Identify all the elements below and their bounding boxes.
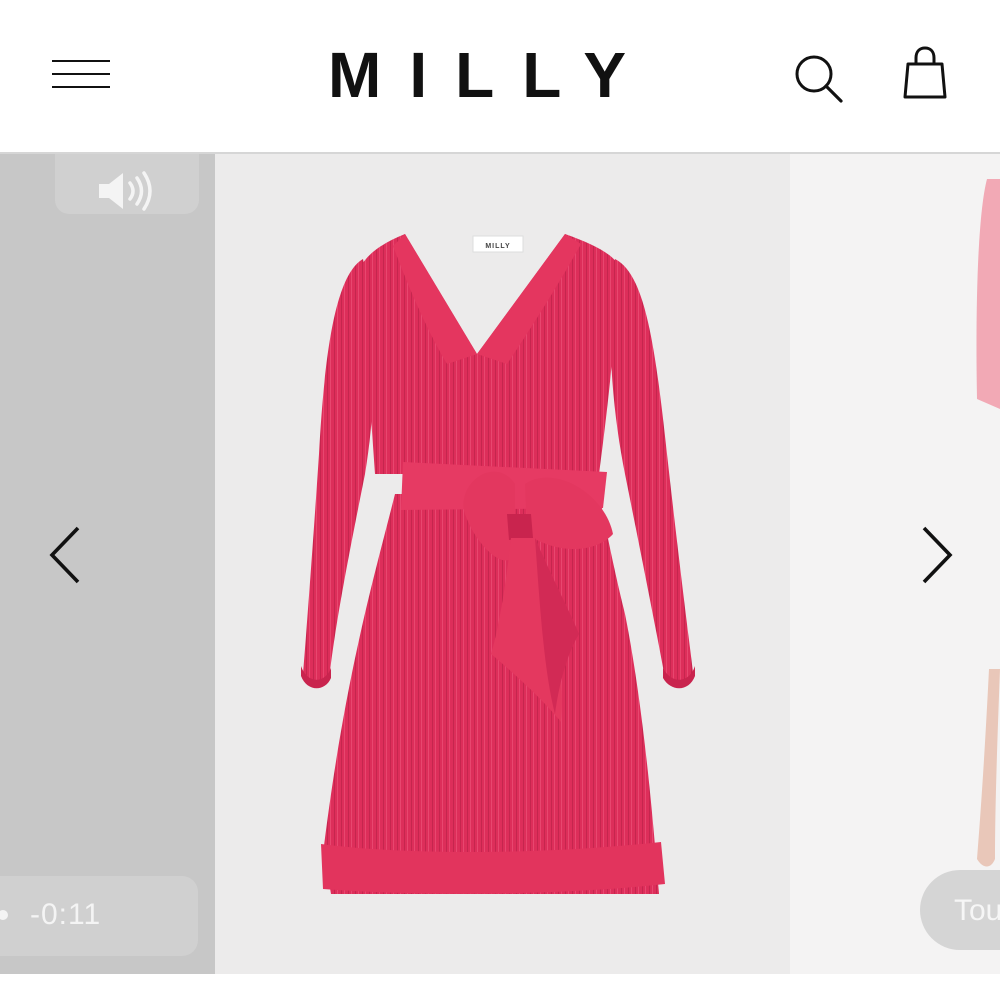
cart-button[interactable] bbox=[900, 44, 952, 104]
hamburger-menu-line bbox=[52, 86, 110, 88]
hamburger-menu-icon bbox=[52, 60, 110, 62]
brand-logo[interactable]: MILLY bbox=[320, 40, 690, 110]
pink-pleated-wrap-dress-image: MILLY bbox=[301, 234, 695, 894]
search-icon bbox=[795, 55, 843, 103]
touch-hint-text: Tou bbox=[954, 894, 1000, 927]
next-slide-button[interactable] bbox=[912, 520, 962, 590]
hamburger-menu-line bbox=[52, 73, 110, 75]
search-button[interactable] bbox=[788, 48, 848, 108]
sound-toggle-button[interactable] bbox=[55, 154, 199, 214]
chevron-left-icon bbox=[49, 526, 80, 584]
chevron-right-icon bbox=[922, 526, 953, 584]
previous-slide-button[interactable] bbox=[40, 520, 90, 590]
touch-zoom-hint: Tou bbox=[920, 870, 1000, 950]
dress-label-logo: MILLY bbox=[485, 243, 510, 250]
model-image-partial bbox=[976, 179, 1000, 867]
product-image-carousel[interactable]: -0:11 MILLY Tou bbox=[0, 154, 1000, 974]
video-time-indicator: -0:11 bbox=[0, 876, 198, 956]
page-bottom-area bbox=[0, 974, 1000, 1000]
main-product-slide[interactable]: MILLY bbox=[215, 154, 790, 974]
menu-button[interactable] bbox=[46, 50, 118, 96]
next-slide[interactable]: Tou bbox=[790, 154, 1000, 974]
shopping-bag-icon bbox=[903, 46, 947, 99]
site-header: MILLY bbox=[0, 0, 1000, 154]
previous-slide-video[interactable]: -0:11 bbox=[0, 154, 215, 974]
playhead-icon bbox=[0, 910, 8, 920]
time-remaining: -0:11 bbox=[30, 898, 102, 931]
speaker-volume-icon bbox=[99, 171, 152, 211]
